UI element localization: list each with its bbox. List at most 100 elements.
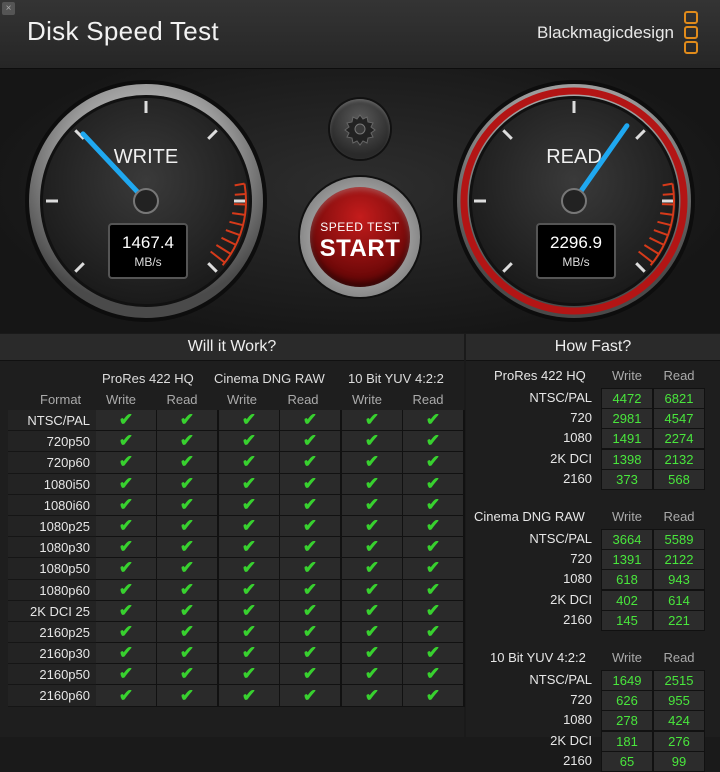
- check-cell: ✔: [280, 452, 342, 473]
- check-icon: ✔: [426, 453, 440, 471]
- check-cell: ✔: [96, 558, 157, 579]
- check-icon: ✔: [119, 411, 133, 429]
- check-cell: ✔: [342, 495, 403, 516]
- read-value: 2296.9: [538, 233, 614, 253]
- check-cell: ✔: [157, 601, 219, 622]
- check-cell: ✔: [96, 643, 157, 664]
- table-row: 1080p25✔✔✔✔✔✔: [8, 516, 465, 537]
- check-icon: ✔: [365, 602, 379, 620]
- check-icon: ✔: [180, 623, 194, 641]
- settings-button[interactable]: [330, 99, 390, 159]
- check-icon: ✔: [365, 538, 379, 556]
- format-label: 1080p60: [8, 580, 96, 601]
- resolution-label: NTSC/PAL: [529, 388, 592, 408]
- check-icon: ✔: [365, 581, 379, 599]
- check-cell: ✔: [157, 643, 219, 664]
- check-cell: ✔: [280, 537, 342, 558]
- check-cell: ✔: [157, 516, 219, 537]
- check-icon: ✔: [119, 475, 133, 493]
- check-icon: ✔: [119, 644, 133, 662]
- check-cell: ✔: [280, 643, 342, 664]
- check-cell: ✔: [280, 495, 342, 516]
- check-cell: ✔: [219, 643, 280, 664]
- table-row: 720p60✔✔✔✔✔✔: [8, 452, 465, 473]
- check-cell: ✔: [219, 685, 280, 706]
- start-button-face: SPEED TEST START: [310, 187, 410, 287]
- resolution-label: 720: [570, 408, 592, 428]
- col-header: Read: [157, 392, 207, 407]
- table-row: 2160p25✔✔✔✔✔✔: [8, 622, 465, 643]
- write-speed-value: 278: [601, 710, 653, 731]
- close-icon[interactable]: ×: [2, 2, 15, 15]
- check-icon: ✔: [180, 665, 194, 683]
- check-cell: ✔: [342, 452, 403, 473]
- check-icon: ✔: [242, 538, 256, 556]
- table-row: 720626955: [466, 690, 720, 710]
- check-cell: ✔: [96, 537, 157, 558]
- check-cell: ✔: [157, 580, 219, 601]
- group-header-prores: ProRes 422 HQ: [102, 371, 194, 386]
- check-cell: ✔: [403, 622, 465, 643]
- format-label: 1080i50: [8, 474, 96, 495]
- check-cell: ✔: [219, 431, 280, 452]
- check-cell: ✔: [403, 558, 465, 579]
- group-header-yuv: 10 Bit YUV 4:2:2: [348, 371, 444, 386]
- write-readout: 1467.4 MB/s: [108, 223, 188, 279]
- write-speed-value: 626: [601, 690, 653, 711]
- format-label: NTSC/PAL: [8, 410, 96, 431]
- check-cell: ✔: [219, 664, 280, 685]
- check-cell: ✔: [157, 622, 219, 643]
- read-speed-value: 2274: [653, 428, 705, 449]
- check-icon: ✔: [303, 623, 317, 641]
- read-gauge-label: READ: [546, 146, 602, 168]
- how-fast-group-title: Cinema DNG RAW: [474, 509, 585, 524]
- check-icon: ✔: [426, 623, 440, 641]
- start-button[interactable]: SPEED TEST START: [300, 177, 420, 297]
- resolution-label: 2160: [563, 610, 592, 630]
- read-speed-value: 2122: [653, 549, 705, 570]
- check-cell: ✔: [403, 431, 465, 452]
- read-speed-value: 955: [653, 690, 705, 711]
- read-gauge: READ 2296.9 MB/s: [452, 79, 696, 323]
- app-title: Disk Speed Test: [27, 16, 219, 47]
- check-cell: ✔: [157, 664, 219, 685]
- read-speed-value: 2132: [653, 449, 705, 470]
- check-icon: ✔: [119, 623, 133, 641]
- check-icon: ✔: [303, 644, 317, 662]
- check-icon: ✔: [119, 432, 133, 450]
- brand-name: Blackmagicdesign: [537, 23, 674, 43]
- check-icon: ✔: [242, 644, 256, 662]
- table-row: 1080618943: [466, 569, 720, 589]
- table-row: NTSC/PAL16492515: [466, 670, 720, 690]
- check-icon: ✔: [426, 687, 440, 705]
- check-cell: ✔: [403, 685, 465, 706]
- table-row: NTSC/PAL36645589: [466, 529, 720, 549]
- read-needle-hub: [562, 189, 586, 213]
- check-cell: ✔: [280, 558, 342, 579]
- check-cell: ✔: [403, 452, 465, 473]
- resolution-label: 1080: [563, 428, 592, 448]
- check-cell: ✔: [157, 685, 219, 706]
- title-bar: × Disk Speed Test Blackmagicdesign: [0, 0, 720, 69]
- check-icon: ✔: [365, 432, 379, 450]
- check-cell: ✔: [96, 580, 157, 601]
- resolution-label: 1080: [563, 569, 592, 589]
- will-it-work-panel: Will it Work? ProRes 422 HQ Cinema DNG R…: [0, 334, 464, 737]
- check-icon: ✔: [180, 496, 194, 514]
- group-header-cinema-dng: Cinema DNG RAW: [214, 371, 325, 386]
- check-icon: ✔: [242, 411, 256, 429]
- check-cell: ✔: [342, 516, 403, 537]
- check-icon: ✔: [242, 559, 256, 577]
- check-icon: ✔: [242, 475, 256, 493]
- resolution-label: 1080: [563, 710, 592, 730]
- check-cell: ✔: [403, 537, 465, 558]
- check-icon: ✔: [426, 665, 440, 683]
- check-icon: ✔: [180, 475, 194, 493]
- col-header: Write: [96, 392, 146, 407]
- check-icon: ✔: [119, 665, 133, 683]
- write-value: 1467.4: [110, 233, 186, 253]
- check-icon: ✔: [180, 559, 194, 577]
- check-icon: ✔: [303, 687, 317, 705]
- table-row: 108014912274: [466, 428, 720, 448]
- write-gauge-dial: WRITE: [24, 79, 268, 323]
